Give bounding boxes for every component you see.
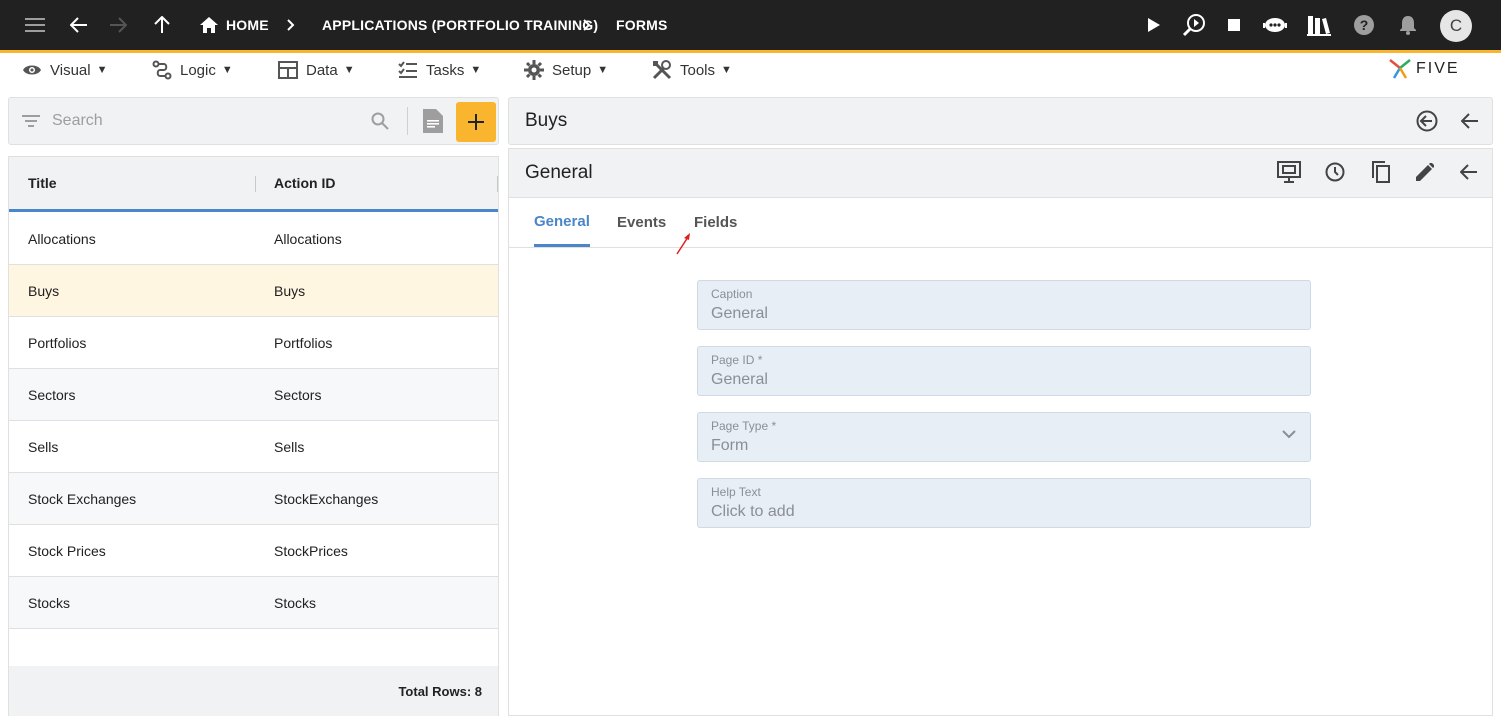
list-item[interactable]: Allocations Allocations (9, 213, 498, 265)
home-icon[interactable] (198, 0, 220, 50)
preview-icon[interactable] (1276, 149, 1302, 195)
play-icon[interactable] (1143, 0, 1165, 50)
list-item[interactable]: Stock Prices StockPrices (9, 525, 498, 577)
column-header-title[interactable]: Title (28, 157, 57, 209)
tools-icon (652, 60, 672, 80)
chevron-right-icon (284, 0, 298, 50)
svg-text:?: ? (1360, 17, 1369, 33)
add-button[interactable] (456, 102, 496, 142)
forms-list: Title Action ID Allocations Allocations … (8, 156, 499, 716)
search-input[interactable]: Search (52, 98, 103, 144)
form-title: General (525, 162, 593, 183)
tab-fields[interactable]: Fields (694, 198, 737, 247)
list-footer: Total Rows: 8 (9, 666, 498, 716)
back-arrow-icon[interactable] (1459, 98, 1481, 144)
menu-tools[interactable]: Tools ▼ (652, 53, 732, 87)
list-item-selected[interactable]: Buys Buys (9, 265, 498, 317)
column-divider[interactable] (497, 176, 498, 192)
record-header: Buys (508, 97, 1493, 145)
page-id-field[interactable]: Page ID * General (697, 346, 1311, 396)
divider (407, 107, 408, 135)
breadcrumb-current: FORMS (616, 17, 668, 33)
menu-tasks[interactable]: Tasks ▼ (398, 53, 481, 87)
breadcrumb-home[interactable]: HOME (226, 0, 269, 50)
back-arrow-icon[interactable] (1458, 149, 1480, 195)
document-icon[interactable] (423, 98, 443, 144)
list-item[interactable]: Stocks Stocks (9, 577, 498, 629)
five-logo-icon (1389, 59, 1411, 79)
forward-arrow-icon[interactable] (106, 0, 130, 50)
avatar[interactable]: C (1440, 10, 1472, 42)
tab-general[interactable]: General (534, 198, 590, 247)
copy-icon[interactable] (1370, 149, 1392, 195)
chevron-right-icon (580, 0, 594, 50)
search-bar: Search (8, 97, 499, 145)
menu-visual[interactable]: Visual ▼ (22, 53, 107, 87)
menu-setup[interactable]: Setup ▼ (524, 53, 608, 87)
bell-icon[interactable] (1397, 0, 1419, 50)
chat-bot-icon[interactable] (1262, 0, 1288, 50)
history-back-icon[interactable] (1415, 98, 1439, 144)
edit-pencil-icon[interactable] (1414, 149, 1436, 195)
library-icon[interactable] (1306, 0, 1332, 50)
chevron-down-icon (1282, 430, 1296, 439)
search-icon[interactable] (371, 98, 389, 144)
main-toolbar: Visual ▼ Logic ▼ Data ▼ Tasks ▼ Setup ▼ Tools… (0, 53, 1501, 89)
eye-icon (23, 65, 41, 75)
column-header-action-id[interactable]: Action ID (274, 157, 335, 209)
list-header: Title Action ID (9, 157, 498, 212)
list-item[interactable]: Stock Exchanges StockExchanges (9, 473, 498, 525)
gear-icon (524, 60, 544, 80)
list-item[interactable]: Sectors Sectors (9, 369, 498, 421)
total-rows: Total Rows: 8 (398, 683, 482, 699)
debug-search-icon[interactable] (1181, 0, 1207, 50)
annotation-arrow-icon (676, 233, 690, 255)
page-type-select[interactable]: Page Type * Form (697, 412, 1311, 462)
plus-icon (468, 114, 484, 130)
five-logo: FIVE (1388, 58, 1460, 80)
record-title: Buys (525, 110, 568, 131)
tasks-icon (398, 61, 417, 78)
menu-logic[interactable]: Logic ▼ (152, 53, 233, 87)
list-item[interactable]: Sells Sells (9, 421, 498, 473)
app-bar: HOME APPLICATIONS (PORTFOLIO TRAINING) F… (0, 0, 1501, 53)
form-tabs: General Events Fields (509, 198, 1492, 255)
breadcrumb-application[interactable]: APPLICATIONS (PORTFOLIO TRAINING) (322, 0, 598, 50)
stop-icon[interactable] (1226, 0, 1242, 50)
logic-icon (152, 60, 172, 80)
clock-icon[interactable] (1324, 149, 1346, 195)
help-text-field[interactable]: Help Text Click to add (697, 478, 1311, 528)
back-arrow-icon[interactable] (67, 0, 91, 50)
filter-icon[interactable] (22, 98, 40, 144)
form-header: General (509, 149, 1492, 198)
list-item[interactable]: Portfolios Portfolios (9, 317, 498, 369)
menu-data[interactable]: Data ▼ (278, 53, 355, 87)
table-icon (278, 61, 298, 79)
form-panel: General General Events Fields Caption Ge… (508, 148, 1493, 716)
column-divider[interactable] (255, 176, 256, 192)
menu-icon[interactable] (22, 0, 48, 50)
up-arrow-icon[interactable] (151, 0, 173, 50)
help-icon[interactable]: ? (1353, 0, 1375, 50)
caption-field[interactable]: Caption General (697, 280, 1311, 330)
tab-events[interactable]: Events (617, 198, 666, 247)
